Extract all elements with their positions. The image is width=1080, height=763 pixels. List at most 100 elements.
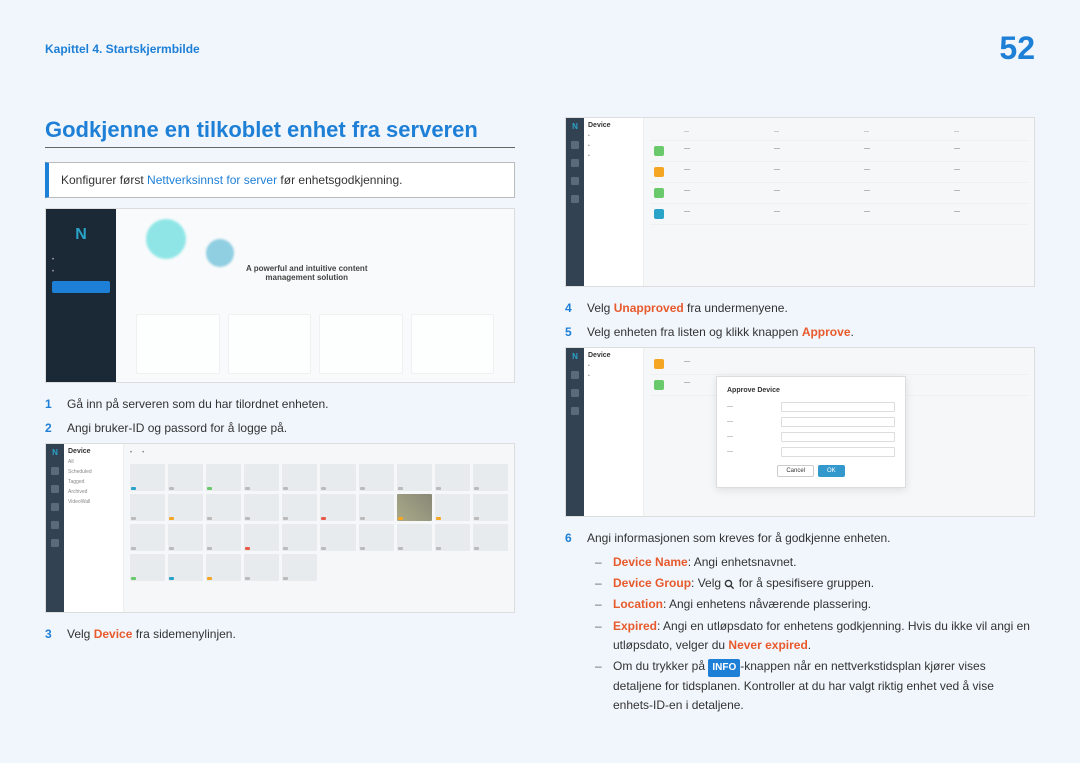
login-button[interactable] [52, 281, 110, 293]
mini-sidebar: N [566, 348, 584, 516]
device-thumb[interactable] [206, 524, 241, 551]
search-icon [724, 579, 735, 590]
nav-icon[interactable] [51, 539, 59, 547]
step-text: Velg enheten fra listen og klikk knappen… [587, 323, 1035, 341]
device-thumb[interactable] [397, 464, 432, 491]
device-thumb[interactable] [168, 464, 203, 491]
panel-item[interactable]: All [68, 459, 119, 465]
device-thumb[interactable] [320, 524, 355, 551]
screenshot-device-grid: N Device All Scheduled Tagged Archived V… [45, 443, 515, 613]
field-input[interactable] [781, 417, 895, 427]
nav-icon[interactable] [571, 141, 579, 149]
field-label: — [727, 449, 777, 455]
device-thumb[interactable] [359, 494, 394, 521]
screenshot-login: N • • A powerful and intuitive content m… [45, 208, 515, 383]
device-thumb[interactable] [244, 524, 279, 551]
list-row[interactable]: ———— [650, 183, 1028, 204]
step-post: . [851, 325, 854, 339]
nav-icon[interactable] [571, 159, 579, 167]
right-column: N Device • • • ———— ———— ———— ———— ———— [565, 117, 1035, 717]
info-callout: Konfigurer først Nettverksinnst for serv… [45, 162, 515, 198]
nav-icon[interactable] [571, 371, 579, 379]
dash: – [595, 657, 605, 715]
device-thumb[interactable] [473, 494, 508, 521]
panel-item[interactable]: VideoWall [68, 499, 119, 505]
panel-item[interactable]: Archived [68, 489, 119, 495]
device-thumb[interactable] [206, 464, 241, 491]
device-thumb[interactable] [168, 554, 203, 581]
device-thumb[interactable] [130, 494, 165, 521]
ok-button[interactable]: OK [818, 465, 845, 477]
device-thumb[interactable] [435, 494, 470, 521]
nav-icon[interactable] [51, 503, 59, 511]
device-thumb[interactable] [359, 524, 394, 551]
device-thumb[interactable] [473, 464, 508, 491]
device-thumb[interactable] [130, 524, 165, 551]
device-thumb[interactable] [168, 494, 203, 521]
grid-tabs: • • [130, 450, 508, 456]
modal-field-expired: — [727, 447, 895, 457]
device-thumb[interactable] [282, 464, 317, 491]
info-post: før enhetsgodkjenning. [277, 173, 402, 187]
device-thumb[interactable] [435, 464, 470, 491]
panel-item[interactable]: • [588, 373, 639, 379]
panel-item[interactable]: Tagged [68, 479, 119, 485]
nav-icon[interactable] [571, 407, 579, 415]
device-thumb[interactable] [130, 554, 165, 581]
list-row[interactable]: ———— [650, 141, 1028, 162]
list-row[interactable]: ———— [650, 162, 1028, 183]
step-num: 1 [45, 395, 57, 413]
nav-icon[interactable] [51, 485, 59, 493]
device-panel: Device All Scheduled Tagged Archived Vid… [64, 444, 124, 612]
nav-icon[interactable] [51, 467, 59, 475]
dash: – [595, 553, 605, 572]
step-num: 4 [565, 299, 577, 317]
tab[interactable]: • [142, 450, 144, 456]
nav-icon[interactable] [571, 195, 579, 203]
step-6: 6 Angi informasjonen som kreves for å go… [565, 529, 1035, 547]
step-post: fra undermenyene. [684, 301, 788, 315]
device-thumb[interactable] [206, 554, 241, 581]
panel-item[interactable]: • [588, 363, 639, 369]
device-thumb[interactable] [244, 494, 279, 521]
step-pre: Velg [587, 301, 614, 315]
device-thumb[interactable] [359, 464, 394, 491]
device-thumb[interactable] [320, 494, 355, 521]
device-thumb[interactable] [168, 524, 203, 551]
dash: – [595, 617, 605, 655]
field-input[interactable] [781, 447, 895, 457]
device-thumb[interactable] [206, 494, 241, 521]
cancel-button[interactable]: Cancel [777, 465, 814, 477]
list-row[interactable]: ———— [650, 204, 1028, 225]
field-input[interactable] [781, 402, 895, 412]
panel-1 [136, 314, 220, 374]
device-thumb[interactable] [130, 464, 165, 491]
tab[interactable]: • [130, 450, 132, 456]
content-columns: Godkjenne en tilkoblet enhet fra servere… [45, 117, 1035, 717]
device-thumb[interactable] [282, 494, 317, 521]
panel-item[interactable]: • [588, 153, 639, 159]
panel-item[interactable]: • [588, 133, 639, 139]
mini-logo: N [572, 122, 578, 131]
device-thumb[interactable] [282, 524, 317, 551]
list-row[interactable]: — [650, 354, 1028, 375]
device-thumb[interactable] [282, 554, 317, 581]
device-thumb[interactable] [435, 524, 470, 551]
login-main: A powerful and intuitive content managem… [116, 209, 514, 382]
bullet-pre: : Velg [691, 576, 724, 590]
device-thumb[interactable] [244, 464, 279, 491]
nav-icon[interactable] [571, 389, 579, 397]
device-thumb[interactable] [473, 524, 508, 551]
left-column: Godkjenne en tilkoblet enhet fra servere… [45, 117, 515, 717]
panel-title: Device [588, 352, 639, 359]
field-input[interactable] [781, 432, 895, 442]
panel-item[interactable]: Scheduled [68, 469, 119, 475]
nav-icon[interactable] [571, 177, 579, 185]
device-thumb[interactable] [397, 524, 432, 551]
device-thumb[interactable] [320, 464, 355, 491]
panel-item[interactable]: • [588, 143, 639, 149]
device-thumb[interactable] [244, 554, 279, 581]
bullet-red: Location [613, 597, 663, 611]
device-thumb[interactable] [397, 494, 432, 521]
nav-icon[interactable] [51, 521, 59, 529]
